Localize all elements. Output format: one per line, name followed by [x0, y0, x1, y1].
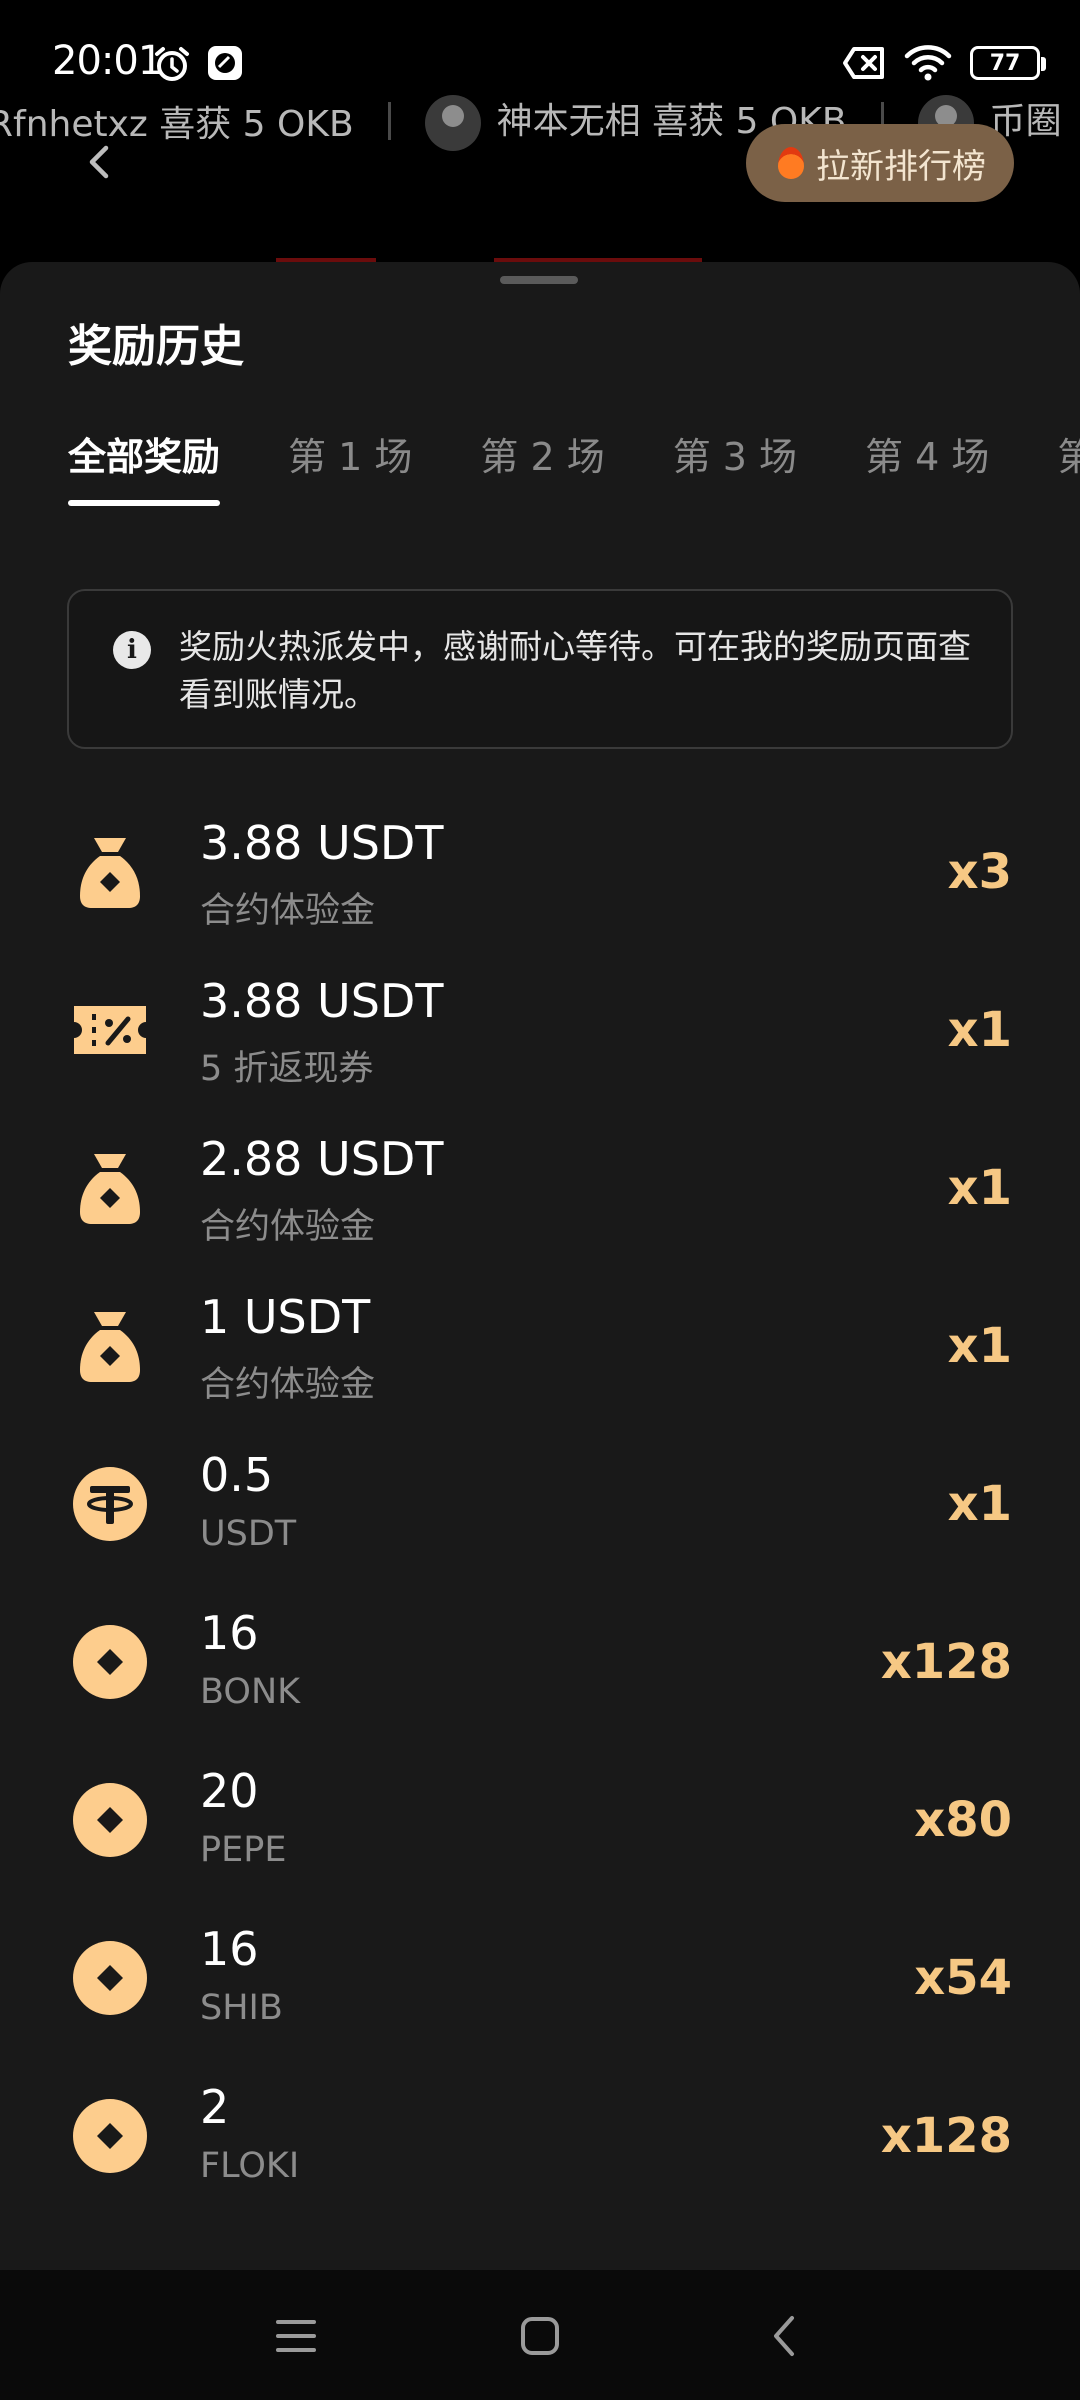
info-icon: i [113, 631, 151, 669]
tab-round-4[interactable]: 第 4 场 [865, 426, 989, 490]
reward-multiplier: x1 [947, 1318, 1012, 1374]
back-arrow-icon[interactable] [80, 142, 120, 182]
reward-type: BONK [200, 1672, 301, 1712]
drag-handle[interactable] [500, 276, 578, 284]
list-item: 16 BONK x128 [0, 1592, 1080, 1750]
ticker-item: Rfnhetxz 喜获 5 OKB [0, 95, 354, 147]
token-coin-icon [73, 2099, 147, 2173]
list-item: 3.88 USDT 5 折返现券 x1 [0, 960, 1080, 1118]
reward-type: 合约体验金 [200, 1207, 376, 1247]
system-nav-bar [0, 2270, 1080, 2400]
list-item: 16 SHIB x54 [0, 1908, 1080, 2066]
list-item: 20 PEPE x80 [0, 1750, 1080, 1908]
tab-all-rewards[interactable]: 全部奖励 [68, 426, 221, 506]
reward-multiplier: x54 [914, 1950, 1012, 2006]
money-bag-icon [80, 838, 140, 908]
list-item: 1 USDT 合约体验金 x1 [0, 1276, 1080, 1434]
reward-type: USDT [200, 1514, 297, 1554]
reward-multiplier: x1 [947, 1476, 1012, 1532]
reward-amount: 2 [200, 2080, 230, 2134]
invite-leaderboard-label: 拉新排行榜 [816, 146, 986, 187]
tab-round-2[interactable]: 第 2 场 [480, 426, 604, 490]
round-tabs: 全部奖励 第 1 场 第 2 场 第 3 场 第 4 场 第 [68, 426, 1080, 506]
reward-multiplier: x128 [880, 2108, 1012, 2164]
tether-coin-icon [73, 1467, 147, 1541]
fire-icon [778, 147, 804, 179]
app-notification-icon [208, 46, 242, 80]
reward-amount: 20 [200, 1764, 259, 1818]
reward-amount: 0.5 [200, 1448, 274, 1502]
money-bag-icon [80, 1312, 140, 1382]
invite-leaderboard-button[interactable]: 拉新排行榜 [746, 124, 1014, 202]
status-left-icons [152, 44, 244, 84]
tab-round-5[interactable]: 第 [1057, 426, 1080, 490]
battery-level: 77 [989, 50, 1021, 76]
reward-multiplier: x3 [947, 844, 1012, 900]
tab-round-1[interactable]: 第 1 场 [288, 426, 412, 490]
list-item: 2 FLOKI x128 [0, 2066, 1080, 2224]
reward-type: 合约体验金 [200, 891, 376, 931]
sheet-title: 奖励历史 [68, 321, 244, 372]
token-coin-icon [73, 1941, 147, 2015]
reward-amount: 16 [200, 1922, 259, 1976]
screen: 20:01 77 Rfnhetxz 喜获 5 OKB 神本无相 喜获 5 OKB… [0, 0, 1080, 2400]
reward-type: FLOKI [200, 2146, 300, 2186]
list-item: 3.88 USDT 合约体验金 x3 [0, 802, 1080, 960]
no-sim-icon [843, 47, 884, 79]
reward-history-sheet: 奖励历史 全部奖励 第 1 场 第 2 场 第 3 场 第 4 场 第 i 奖励… [0, 262, 1080, 2270]
menu-icon[interactable] [272, 2312, 320, 2360]
reward-multiplier: x80 [914, 1792, 1012, 1848]
avatar [424, 94, 481, 151]
token-coin-icon [73, 1625, 147, 1699]
reward-type: SHIB [200, 1988, 283, 2028]
coupon-icon [74, 1006, 146, 1054]
reward-type: 合约体验金 [200, 1365, 376, 1405]
info-notice: i 奖励火热派发中，感谢耐心等待。可在我的奖励页面查看到账情况。 [67, 589, 1013, 749]
token-coin-icon [73, 1783, 147, 1857]
reward-type: 5 折返现券 [200, 1049, 374, 1089]
back-icon[interactable] [762, 2312, 810, 2360]
reward-amount: 16 [200, 1606, 259, 1660]
reward-type: PEPE [200, 1830, 287, 1870]
status-right-icons: 77 [842, 44, 1046, 82]
reward-amount: 3.88 USDT [200, 816, 444, 870]
reward-amount: 2.88 USDT [200, 1132, 444, 1186]
status-time: 20:01 [52, 38, 163, 84]
reward-multiplier: x128 [880, 1634, 1012, 1690]
battery-icon: 77 [970, 46, 1046, 80]
wifi-icon [904, 45, 952, 81]
notice-text: 奖励火热派发中，感谢耐心等待。可在我的奖励页面查看到账情况。 [179, 627, 971, 714]
list-item: 0.5 USDT x1 [0, 1434, 1080, 1592]
tab-round-3[interactable]: 第 3 场 [673, 426, 797, 490]
reward-amount: 1 USDT [200, 1290, 371, 1344]
money-bag-icon [80, 1154, 140, 1224]
reward-multiplier: x1 [947, 1002, 1012, 1058]
reward-multiplier: x1 [947, 1160, 1012, 1216]
home-icon[interactable] [516, 2312, 564, 2360]
list-item: 2.88 USDT 合约体验金 x1 [0, 1118, 1080, 1276]
reward-amount: 3.88 USDT [200, 974, 444, 1028]
ticker-divider [387, 102, 391, 140]
alarm-icon [155, 47, 189, 81]
reward-list: 3.88 USDT 合约体验金 x3 3.88 USDT 5 折返现券 x1 2… [0, 802, 1080, 2224]
ticker-text: Rfnhetxz 喜获 5 OKB [0, 104, 354, 145]
